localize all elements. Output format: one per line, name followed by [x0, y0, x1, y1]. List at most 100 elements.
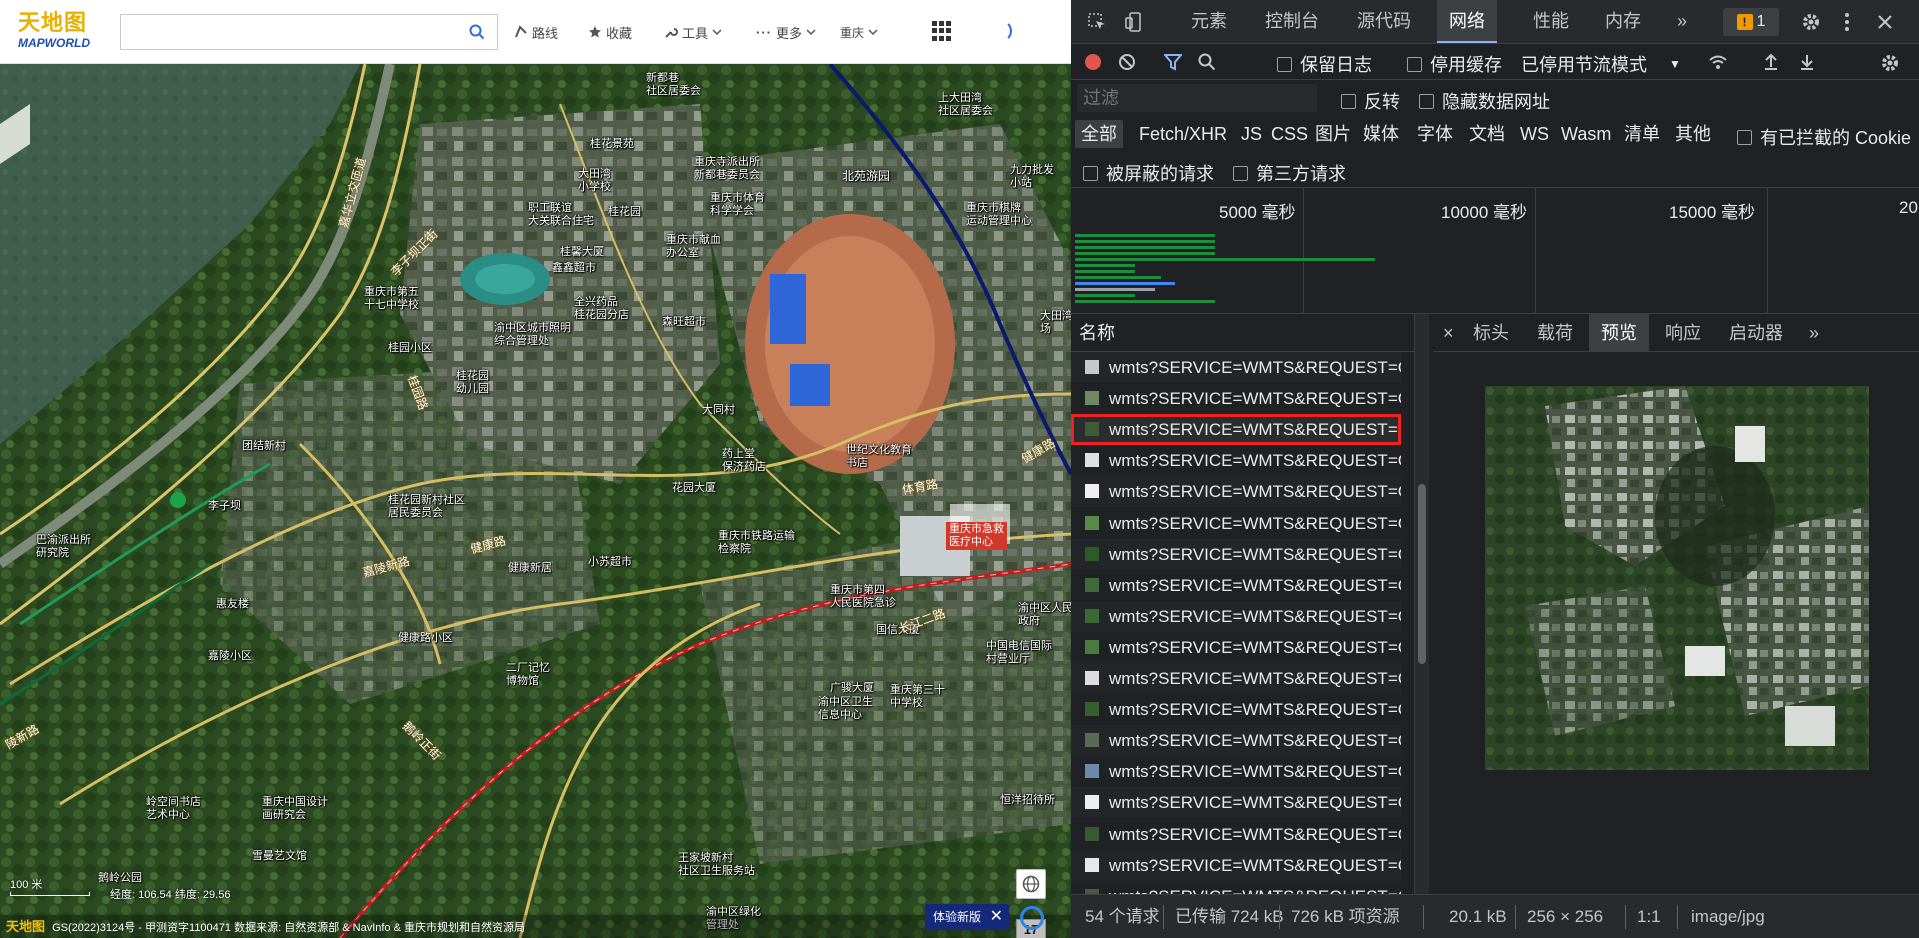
invert-checkbox[interactable]: 反转 [1341, 88, 1400, 114]
request-row[interactable]: wmts?SERVICE=WMTS&REQUEST=GetTile [1071, 849, 1401, 881]
close-icon[interactable]: ✕ [990, 904, 1003, 930]
more-menu[interactable]: ··· 更多 [756, 20, 816, 44]
blocked-requests-checkbox[interactable]: 被屏蔽的请求 [1083, 160, 1214, 186]
request-row[interactable]: wmts?SERVICE=WMTS&REQUEST=GetTile [1071, 725, 1401, 757]
city-selector[interactable]: 重庆 [840, 20, 878, 44]
issues-badge[interactable]: ! 1 [1723, 8, 1779, 36]
network-conditions-wifi-icon[interactable] [1707, 52, 1729, 72]
type-wasm[interactable]: Wasm [1561, 120, 1611, 148]
request-row[interactable]: wmts?SERVICE=WMTS&REQUEST=GetTile [1071, 414, 1401, 446]
request-name: wmts?SERVICE=WMTS&REQUEST=GetTile [1109, 762, 1401, 782]
search-icon[interactable] [1197, 52, 1217, 72]
timeline-bar [1075, 270, 1135, 273]
close-detail-button[interactable]: × [1443, 314, 1454, 352]
apps-grid-icon[interactable] [932, 21, 952, 41]
request-row[interactable]: wmts?SERVICE=WMTS&REQUEST=GetTile [1071, 787, 1401, 819]
request-row[interactable]: wmts?SERVICE=WMTS&REQUEST=GetTile [1071, 881, 1401, 894]
try-new-version-button[interactable]: 体验新版 ✕ [925, 904, 1009, 930]
map-label: 重庆市献血 办公室 [666, 234, 721, 259]
request-row[interactable]: wmts?SERVICE=WMTS&REQUEST=GetTile [1071, 538, 1401, 570]
tab-memory[interactable]: 内存 [1605, 0, 1641, 43]
logo-chinese: 天地图 [18, 10, 88, 36]
clear-icon[interactable] [1117, 52, 1137, 72]
third-party-checkbox[interactable]: 第三方请求 [1233, 160, 1346, 186]
tab-headers[interactable]: 标头 [1473, 314, 1509, 352]
route-button[interactable]: 路线 [514, 20, 558, 44]
layer-switch-button[interactable] [1016, 869, 1046, 899]
satellite-map[interactable]: 新都巷 社区居委会 桂花景苑 大田湾 小学校 重庆寺派出所 新都巷委员会 北苑游… [0, 64, 1071, 938]
request-row[interactable]: wmts?SERVICE=WMTS&REQUEST=GetTile [1071, 600, 1401, 632]
blocked-requests-label: 被屏蔽的请求 [1106, 164, 1214, 184]
map-label: 桂花园 [608, 206, 641, 218]
record-icon[interactable] [1083, 52, 1103, 72]
type-font[interactable]: 字体 [1417, 120, 1453, 148]
timeline-bar [1075, 300, 1215, 303]
inspect-element-icon[interactable] [1085, 10, 1109, 34]
close-devtools-icon[interactable] [1873, 10, 1897, 34]
disable-cache-checkbox[interactable]: 停用缓存 [1407, 51, 1502, 77]
request-row[interactable]: wmts?SERVICE=WMTS&REQUEST=GetTile [1071, 632, 1401, 663]
scrollbar-thumb[interactable] [1418, 484, 1426, 664]
hide-data-urls-checkbox[interactable]: 隐藏数据网址 [1419, 88, 1550, 114]
request-row[interactable]: wmts?SERVICE=WMTS&REQUEST=GetTile [1071, 476, 1401, 508]
type-doc[interactable]: 文档 [1469, 120, 1505, 148]
settings-gear-icon[interactable] [1799, 10, 1823, 34]
tab-elements[interactable]: 元素 [1191, 0, 1227, 43]
hospital-poi[interactable]: 重庆市急救 医疗中心 [946, 522, 1007, 550]
preserve-log-checkbox[interactable]: 保留日志 [1277, 51, 1372, 77]
tools-menu[interactable]: 工具 [664, 20, 722, 44]
request-row[interactable]: wmts?SERVICE=WMTS&REQUEST=GetTile [1071, 352, 1401, 383]
request-row[interactable]: wmts?SERVICE=WMTS&REQUEST=GetTile [1071, 663, 1401, 694]
request-name: wmts?SERVICE=WMTS&REQUEST=GetTile [1109, 451, 1401, 471]
type-manifest[interactable]: 清单 [1624, 120, 1660, 148]
request-row[interactable]: wmts?SERVICE=WMTS&REQUEST=GetTile [1071, 819, 1401, 850]
type-js[interactable]: JS [1241, 120, 1262, 148]
tab-network[interactable]: 网络 [1437, 0, 1497, 43]
type-all[interactable]: 全部 [1075, 120, 1123, 148]
tab-sources[interactable]: 源代码 [1357, 0, 1411, 43]
filter-input[interactable] [1077, 84, 1317, 112]
tianditu-logo[interactable]: 天地图 MAPWORLD [18, 10, 104, 54]
device-toolbar-icon[interactable] [1123, 10, 1147, 34]
request-row[interactable]: wmts?SERVICE=WMTS&REQUEST=GetTile [1071, 508, 1401, 539]
locate-icon[interactable] [1020, 906, 1044, 930]
tab-console[interactable]: 控制台 [1265, 0, 1319, 43]
import-har-icon[interactable] [1761, 52, 1781, 72]
city-label: 重庆 [840, 25, 865, 40]
request-row[interactable]: wmts?SERVICE=WMTS&REQUEST=GetTile [1071, 694, 1401, 725]
type-css[interactable]: CSS [1271, 120, 1308, 148]
type-media[interactable]: 媒体 [1363, 120, 1399, 148]
type-fetch-xhr[interactable]: Fetch/XHR [1139, 120, 1227, 148]
throttling-select[interactable]: 已停用节流模式 ▼ [1521, 51, 1681, 77]
map-search-input[interactable] [120, 14, 457, 50]
request-row[interactable]: wmts?SERVICE=WMTS&REQUEST=GetTile [1071, 445, 1401, 476]
devtools-panel: 元素 控制台 源代码 网络 性能 内存 » ! 1 保留日志 停用缓存 已停用节… [1071, 0, 1919, 938]
tab-initiator[interactable]: 启动器 [1729, 314, 1783, 352]
type-img[interactable]: 图片 [1315, 120, 1351, 148]
resources-size: 726 kB 项资源 [1291, 907, 1400, 926]
network-timeline-overview[interactable]: 5000 毫秒 10000 毫秒 15000 毫秒 20 [1071, 188, 1919, 314]
more-tabs-button[interactable]: » [1677, 0, 1687, 43]
type-other[interactable]: 其他 [1675, 120, 1711, 148]
request-list-scrollbar[interactable] [1415, 314, 1429, 894]
request-row[interactable]: wmts?SERVICE=WMTS&REQUEST=GetTile [1071, 756, 1401, 787]
filter-funnel-icon[interactable] [1163, 52, 1183, 72]
checkbox-box [1233, 165, 1248, 181]
kebab-menu-icon[interactable] [1835, 10, 1859, 34]
tab-performance[interactable]: 性能 [1533, 0, 1569, 43]
type-ws[interactable]: WS [1520, 120, 1549, 148]
export-har-icon[interactable] [1797, 52, 1817, 72]
network-settings-gear-icon[interactable] [1879, 52, 1901, 74]
favorites-button[interactable]: 收藏 [588, 20, 632, 44]
search-button[interactable] [456, 14, 498, 50]
tab-preview[interactable]: 预览 [1589, 314, 1649, 352]
request-row[interactable]: wmts?SERVICE=WMTS&REQUEST=GetTile [1071, 383, 1401, 414]
name-column-header[interactable]: 名称 [1071, 314, 1415, 352]
tab-response[interactable]: 响应 [1665, 314, 1701, 352]
transferred-size: 已传输 724 kB [1175, 907, 1284, 926]
blocked-cookies-checkbox[interactable]: 有已拦截的 Cookie [1737, 124, 1911, 150]
tab-payload[interactable]: 载荷 [1537, 314, 1573, 352]
request-row[interactable]: wmts?SERVICE=WMTS&REQUEST=GetTile [1071, 570, 1401, 601]
more-detail-tabs-button[interactable]: » [1809, 314, 1819, 352]
map-label: 世纪文化教育 书店 [846, 444, 912, 469]
